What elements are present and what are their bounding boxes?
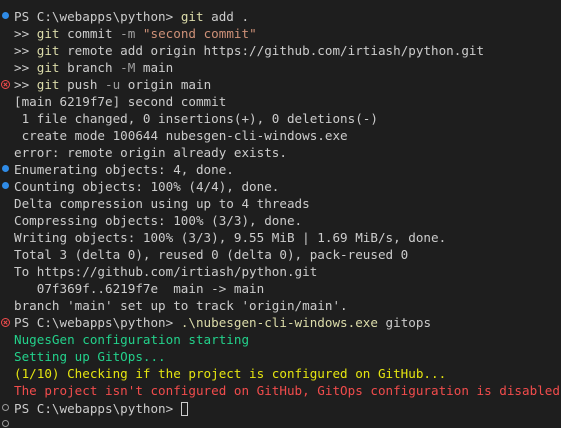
command-args: commit bbox=[59, 26, 121, 41]
command-name: git bbox=[36, 77, 60, 92]
command-decoration-info-icon[interactable] bbox=[2, 12, 9, 19]
terminal-panel[interactable]: PS C:\webapps\python> git add . >> git c… bbox=[0, 0, 561, 428]
terminal-line: >> git commit -m "second commit" bbox=[14, 25, 257, 42]
output-line: Total 3 (delta 0), reused 0 (delta 0), p… bbox=[14, 247, 409, 262]
command-args: push bbox=[59, 77, 105, 92]
command-flag: -m bbox=[120, 26, 136, 41]
command-decoration-info-icon[interactable] bbox=[2, 165, 9, 172]
terminal-line: PS C:\webapps\python> git add . bbox=[14, 8, 249, 25]
terminal-line: PS C:\webapps\python> .\nubesgen-cli-win… bbox=[14, 314, 431, 331]
output-line: branch 'main' set up to track 'origin/ma… bbox=[14, 298, 348, 313]
output-line: 07f369f..6219f7e main -> main bbox=[14, 281, 265, 296]
output-line: [main 6219f7e] second commit bbox=[14, 94, 227, 109]
continuation-prompt: >> bbox=[14, 26, 37, 41]
prompt: PS C:\webapps\python> bbox=[14, 9, 181, 24]
terminal-line: >> git branch -M main bbox=[14, 59, 173, 76]
command-decoration-info-icon[interactable] bbox=[2, 182, 9, 189]
output-line: To https://github.com/irtiash/python.git bbox=[14, 264, 318, 279]
output-line: Delta compression using up to 4 threads bbox=[14, 196, 310, 211]
command-decoration-error-icon[interactable] bbox=[1, 80, 10, 89]
command-decoration-empty-icon[interactable] bbox=[2, 420, 9, 427]
command-args: remote add origin https://github.com/irt… bbox=[59, 43, 485, 58]
app-output-line: NugesGen configuration starting bbox=[14, 332, 250, 347]
command-string: "second commit" bbox=[135, 26, 257, 41]
continuation-prompt: >> bbox=[14, 77, 37, 92]
terminal-line: PS C:\webapps\python> bbox=[14, 400, 188, 417]
output-line: 1 file changed, 0 insertions(+), 0 delet… bbox=[14, 111, 378, 126]
command-args: branch bbox=[59, 60, 121, 75]
prompt: PS C:\webapps\python> bbox=[14, 401, 181, 416]
app-output-error-line: The project isn't configured on GitHub, … bbox=[14, 383, 561, 398]
command-args: gitops bbox=[377, 315, 432, 330]
text-cursor[interactable] bbox=[180, 402, 188, 416]
app-output-line: Setting up GitOps... bbox=[14, 349, 166, 364]
command-name: git bbox=[36, 60, 60, 75]
command-name: .\nubesgen-cli-windows.exe bbox=[180, 315, 378, 330]
command-args: origin main bbox=[120, 77, 212, 92]
output-line: Compressing objects: 100% (3/3), done. bbox=[14, 213, 303, 228]
command-name: git bbox=[36, 26, 60, 41]
command-decoration-empty-icon[interactable] bbox=[2, 404, 9, 411]
output-line: Writing objects: 100% (3/3), 9.55 MiB | … bbox=[14, 230, 447, 245]
command-name: git bbox=[36, 43, 60, 58]
prompt: PS C:\webapps\python> bbox=[14, 315, 181, 330]
terminal-line: >> git push -u origin main bbox=[14, 76, 211, 93]
command-decoration-error-icon[interactable] bbox=[1, 318, 10, 327]
command-args: add . bbox=[203, 9, 250, 24]
output-line: error: remote origin already exists. bbox=[14, 145, 287, 160]
command-args: main bbox=[135, 60, 174, 75]
app-output-line: (1/10) Checking if the project is config… bbox=[14, 366, 447, 381]
command-flag: -u bbox=[105, 77, 121, 92]
command-name: git bbox=[180, 9, 204, 24]
output-line: Counting objects: 100% (4/4), done. bbox=[14, 179, 280, 194]
command-flag: -M bbox=[120, 60, 136, 75]
terminal-line: >> git remote add origin https://github.… bbox=[14, 42, 484, 59]
continuation-prompt: >> bbox=[14, 60, 37, 75]
output-line: Enumerating objects: 4, done. bbox=[14, 162, 234, 177]
output-line: create mode 100644 nubesgen-cli-windows.… bbox=[14, 128, 348, 143]
continuation-prompt: >> bbox=[14, 43, 37, 58]
